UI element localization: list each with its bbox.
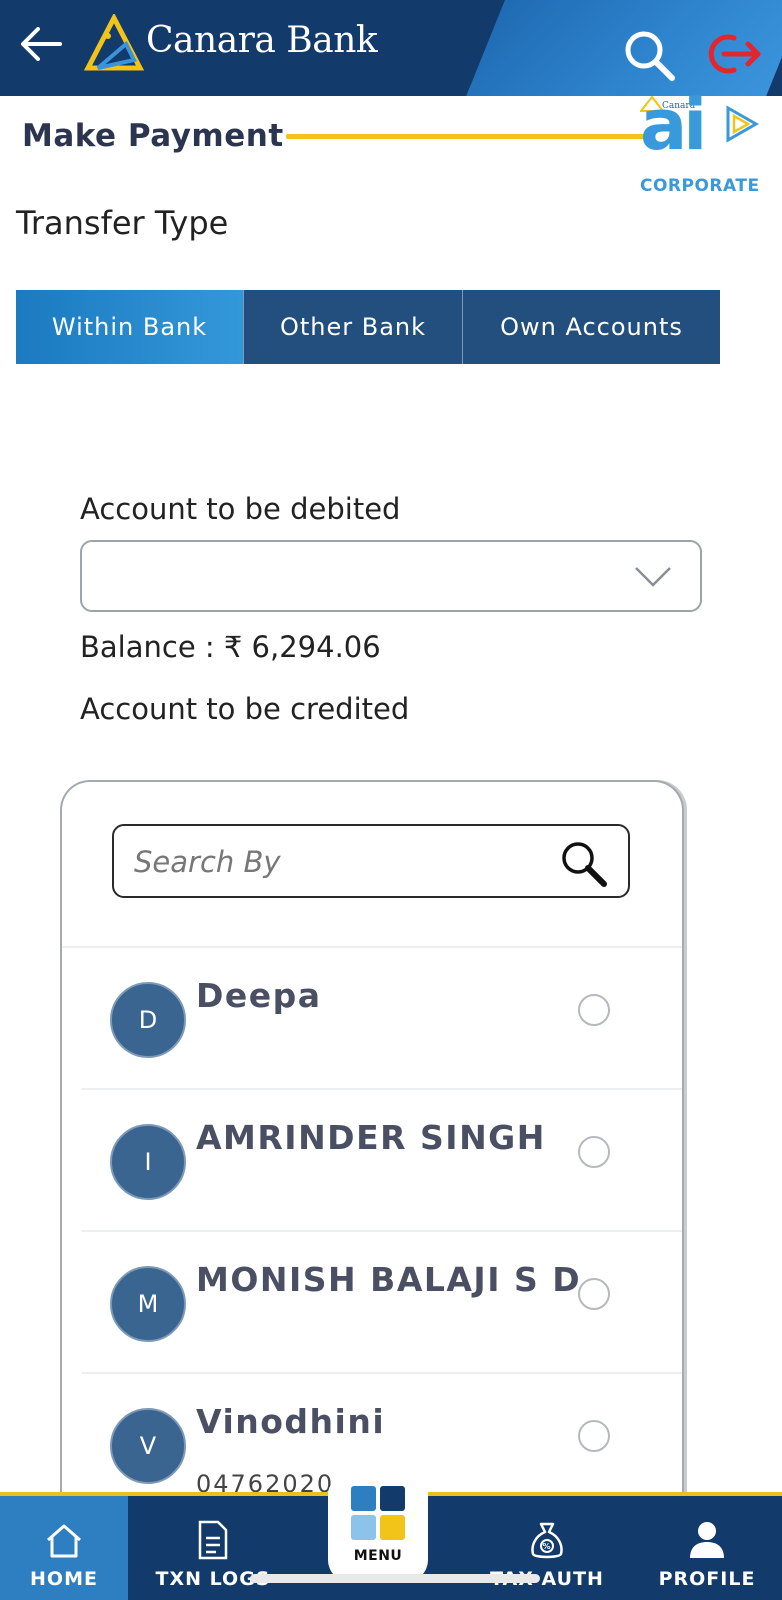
- app-header: Canara Bank: [0, 0, 782, 96]
- canara-bank-logo: [84, 14, 144, 71]
- beneficiary-item[interactable]: I AMRINDER SINGH: [82, 1090, 682, 1232]
- brand-name: Canara Bank: [146, 20, 378, 61]
- debit-account-label: Account to be debited: [80, 492, 401, 526]
- grid-icon: [351, 1486, 405, 1540]
- tab-within-bank[interactable]: Within Bank: [16, 290, 244, 364]
- title-underline: [286, 134, 652, 139]
- ai-logo-text: ai: [640, 84, 707, 166]
- arrow-left-icon[interactable]: [18, 24, 64, 64]
- beneficiary-search-box: [112, 824, 630, 898]
- chevron-down-icon: [635, 567, 671, 587]
- balance-display: Balance : ₹ 6,294.06: [80, 630, 381, 664]
- tab-own-accounts[interactable]: Own Accounts: [463, 290, 720, 364]
- beneficiary-radio[interactable]: [578, 1278, 610, 1310]
- search-icon[interactable]: [558, 838, 610, 890]
- document-icon: [198, 1520, 228, 1560]
- nav-profile[interactable]: PROFILE: [648, 1496, 766, 1600]
- beneficiary-name: MONISH BALAJI S D: [196, 1260, 582, 1299]
- credit-account-label: Account to be credited: [80, 692, 410, 726]
- beneficiary-radio[interactable]: [578, 1420, 610, 1452]
- beneficiary-name: Deepa: [196, 976, 322, 1015]
- nav-home[interactable]: HOME: [0, 1496, 128, 1600]
- transfer-type-label: Transfer Type: [16, 204, 229, 242]
- beneficiary-item[interactable]: D Deepa: [82, 948, 682, 1090]
- balance-value: ₹ 6,294.06: [223, 630, 381, 664]
- nav-profile-label: PROFILE: [658, 1568, 756, 1590]
- tab-other-bank[interactable]: Other Bank: [244, 290, 463, 364]
- avatar: I: [110, 1124, 186, 1200]
- beneficiary-radio[interactable]: [578, 994, 610, 1026]
- debit-account-select[interactable]: [80, 540, 702, 612]
- nav-menu[interactable]: MENU: [328, 1478, 428, 1582]
- page-title: Make Payment: [22, 118, 284, 154]
- beneficiary-item[interactable]: M MONISH BALAJI S D: [82, 1232, 682, 1374]
- nav-menu-label: MENU: [353, 1548, 403, 1564]
- beneficiary-search-input[interactable]: [134, 842, 534, 882]
- nav-home-label: HOME: [30, 1568, 98, 1590]
- balance-label: Balance :: [80, 630, 215, 664]
- beneficiary-list-card: D Deepa I AMRINDER SINGH M MONISH BALAJI…: [60, 780, 684, 1520]
- avatar: V: [110, 1408, 186, 1484]
- home-icon: [47, 1524, 81, 1558]
- beneficiary-name: Vinodhini: [196, 1402, 386, 1441]
- play-icon: [726, 105, 760, 143]
- tax-bag-icon: %: [531, 1522, 563, 1559]
- ai-logo-tagline: CORPORATE: [640, 176, 760, 196]
- avatar: M: [110, 1266, 186, 1342]
- transfer-type-tabs: Within Bank Other Bank Own Accounts: [16, 290, 720, 364]
- search-icon[interactable]: [622, 28, 678, 84]
- nav-tax-auth[interactable]: % TAX AUTH: [484, 1496, 610, 1600]
- home-indicator: [250, 1574, 540, 1583]
- user-icon: [690, 1522, 724, 1558]
- beneficiary-radio[interactable]: [578, 1136, 610, 1168]
- logout-icon[interactable]: [704, 30, 764, 78]
- avatar: D: [110, 982, 186, 1058]
- beneficiary-name: AMRINDER SINGH: [196, 1118, 546, 1157]
- nav-txn-logs[interactable]: TXN LOGS: [150, 1496, 276, 1600]
- svg-text:%: %: [542, 1542, 551, 1551]
